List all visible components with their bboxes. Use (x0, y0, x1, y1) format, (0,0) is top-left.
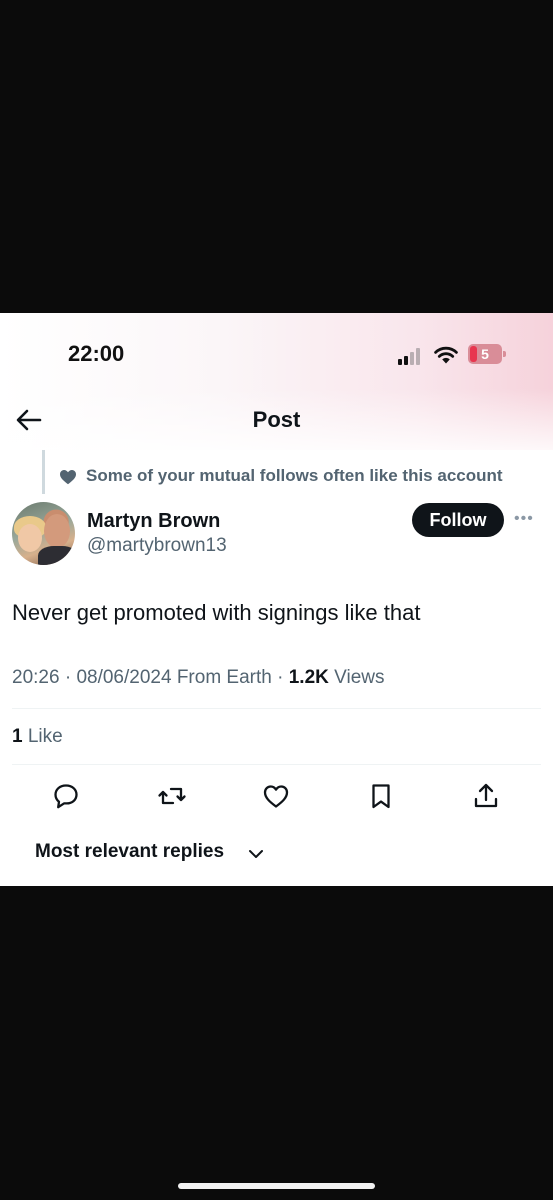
chevron-down-icon (249, 850, 263, 858)
likes-label: Like (22, 726, 63, 747)
post-time: 20:26 (12, 667, 60, 688)
repost-icon[interactable] (157, 781, 187, 811)
replies-sort-label: Most relevant replies (35, 841, 225, 862)
letterbox-bottom (0, 886, 553, 1200)
replies-sort-dropdown[interactable]: Most relevant replies (35, 841, 263, 867)
follow-button[interactable]: Follow (412, 503, 504, 537)
social-context: Some of your mutual follows often like t… (0, 450, 553, 496)
home-indicator[interactable] (178, 1183, 375, 1189)
post-header: Martyn Brown @martybrown13 Follow ••• (0, 500, 553, 566)
meta-separator: · (277, 667, 289, 688)
page-title: Post (252, 407, 301, 432)
post-date: 08/06/2024 (76, 667, 172, 688)
divider (12, 708, 541, 709)
status-bar: 22:00 5 (0, 313, 553, 393)
nav-bar: Post (0, 393, 553, 449)
views-count[interactable]: 1.2K (289, 667, 329, 688)
meta-separator: · (64, 667, 77, 688)
bookmark-icon[interactable] (366, 781, 396, 811)
battery-level: 5 (481, 346, 489, 362)
letterbox-top (0, 0, 553, 313)
post-meta: 20:26 · 08/06/2024 From Earth · 1.2K Vie… (12, 667, 385, 689)
battery-icon: 5 (468, 344, 506, 364)
avatar[interactable] (12, 502, 75, 565)
post-source: From Earth (176, 667, 272, 688)
wifi-icon (434, 346, 458, 364)
likes-count: 1 (12, 726, 23, 747)
cellular-signal-icon (398, 347, 424, 365)
post-text: Never get promoted with signings like th… (12, 600, 421, 625)
views-label: Views (328, 667, 385, 688)
share-icon[interactable] (471, 781, 501, 811)
heart-filled-icon (60, 470, 76, 485)
more-horizontal-icon[interactable]: ••• (514, 511, 540, 527)
status-time: 22:00 (68, 341, 125, 366)
author-handle[interactable]: @martybrown13 (87, 535, 227, 557)
phone-screen: 22:00 5 Post Some of your mutual follows… (0, 313, 553, 886)
reply-icon[interactable] (51, 781, 81, 811)
like-icon[interactable] (261, 781, 291, 811)
social-context-text: Some of your mutual follows often like t… (86, 466, 503, 485)
thread-line (42, 450, 45, 494)
action-bar (0, 781, 553, 815)
likes-summary[interactable]: 1 Like (12, 726, 63, 748)
author-name[interactable]: Martyn Brown (87, 510, 220, 533)
divider (12, 764, 541, 765)
